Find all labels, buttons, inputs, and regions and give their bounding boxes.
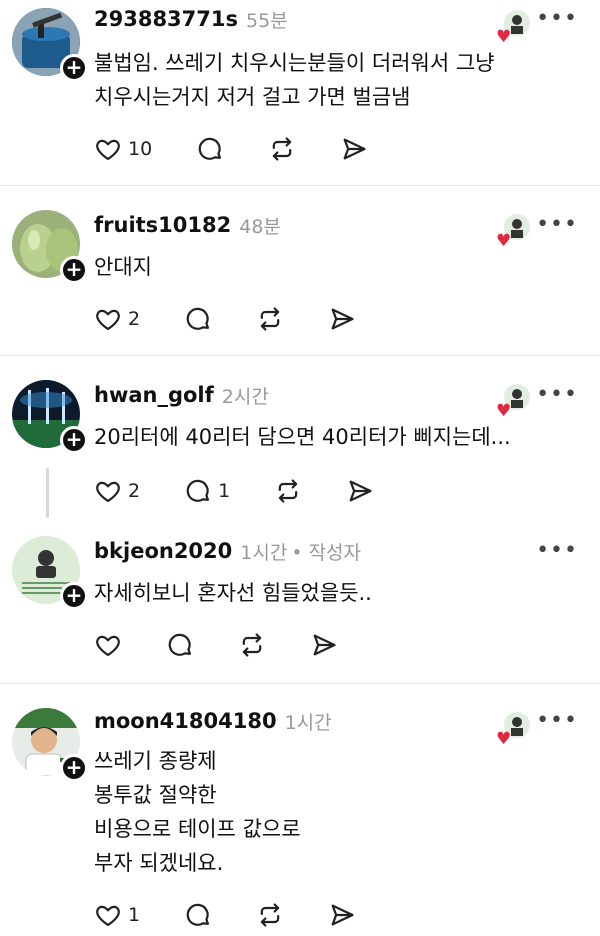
speech-bubble-icon xyxy=(186,479,210,502)
heart-icon: ♥ xyxy=(496,27,512,47)
like-count: 10 xyxy=(128,138,153,160)
follow-plus-icon[interactable]: + xyxy=(60,582,88,610)
username[interactable]: bkjeon2020 xyxy=(94,539,232,563)
timestamp: 1시간 xyxy=(284,711,332,734)
reply-button[interactable] xyxy=(184,305,212,333)
author-liked-indicator: ♥ xyxy=(496,712,530,748)
reply-count: 1 xyxy=(218,480,231,502)
more-dots-icon[interactable]: ••• xyxy=(536,212,578,237)
divider xyxy=(0,355,600,356)
reply-button[interactable] xyxy=(196,135,224,163)
repost-arrows-icon xyxy=(260,307,280,331)
avatar[interactable]: + xyxy=(12,380,88,454)
follow-plus-icon[interactable]: + xyxy=(60,754,88,782)
speech-bubble-icon xyxy=(198,137,222,160)
repost-button[interactable] xyxy=(256,305,284,333)
speech-bubble-icon xyxy=(186,903,210,926)
like-count: 1 xyxy=(128,904,141,926)
author-badge: • 작성자 xyxy=(291,541,362,564)
more-dots-icon[interactable]: ••• xyxy=(536,538,578,563)
speech-bubble-icon xyxy=(186,307,210,330)
share-button[interactable] xyxy=(310,631,338,659)
comment-header: moon41804180 1시간 xyxy=(94,706,332,736)
divider xyxy=(0,683,600,684)
share-button[interactable] xyxy=(328,305,356,333)
timestamp: 55분 xyxy=(246,9,288,32)
send-paper-plane-icon xyxy=(331,308,354,330)
speech-bubble-icon xyxy=(168,633,192,656)
repost-arrows-icon xyxy=(272,137,292,161)
action-bar: 10 xyxy=(94,134,412,164)
repost-arrows-icon xyxy=(278,479,298,503)
comment-header: bkjeon2020 1시간 • 작성자 xyxy=(94,536,361,566)
send-paper-plane-icon xyxy=(343,138,366,160)
send-paper-plane-icon xyxy=(331,904,354,926)
like-button[interactable]: 1 xyxy=(94,901,140,929)
avatar[interactable]: + xyxy=(12,210,88,284)
comment-text: 안대지 xyxy=(94,255,152,279)
heart-icon: ♥ xyxy=(496,231,512,251)
repost-arrows-icon xyxy=(242,633,262,657)
comment-header: fruits10182 48분 xyxy=(94,210,281,240)
like-button[interactable]: 2 xyxy=(94,477,140,505)
repost-button[interactable] xyxy=(268,135,296,163)
follow-plus-icon[interactable]: + xyxy=(60,256,88,284)
username[interactable]: moon41804180 xyxy=(94,709,277,733)
like-count: 2 xyxy=(128,308,141,330)
repost-button[interactable] xyxy=(256,901,284,929)
heart-outline-icon xyxy=(96,635,120,657)
heart-outline-icon xyxy=(96,481,120,503)
divider xyxy=(0,185,600,186)
author-liked-indicator: ♥ xyxy=(496,214,530,250)
action-bar: 1 xyxy=(94,900,400,930)
action-bar: 2 1 xyxy=(94,476,418,506)
follow-plus-icon[interactable]: + xyxy=(60,54,88,82)
send-paper-plane-icon xyxy=(349,480,372,502)
reply-button[interactable]: 1 xyxy=(184,477,230,505)
more-dots-icon[interactable]: ••• xyxy=(536,382,578,407)
username[interactable]: 293883771s xyxy=(94,7,238,31)
heart-outline-icon xyxy=(96,139,120,161)
send-paper-plane-icon xyxy=(313,634,336,656)
comment-text: 쓰레기 종량제 봉투값 절약한 비용으로 테이프 값으로 부자 되겠네요. xyxy=(94,749,301,875)
heart-icon: ♥ xyxy=(496,401,512,421)
more-dots-icon[interactable]: ••• xyxy=(536,708,578,733)
comment-text: 20리터에 40리터 담으면 40리터가 삐지는데... xyxy=(94,425,511,449)
share-button[interactable] xyxy=(340,135,368,163)
timestamp: 1시간 xyxy=(240,541,288,564)
avatar[interactable]: + xyxy=(12,8,88,82)
author-liked-indicator: ♥ xyxy=(496,10,530,46)
comment-header: 293883771s 55분 xyxy=(94,4,288,34)
thread-line xyxy=(46,468,49,518)
timestamp: 2시간 xyxy=(221,385,269,408)
author-liked-indicator: ♥ xyxy=(496,384,530,420)
reply-button[interactable] xyxy=(166,631,194,659)
share-button[interactable] xyxy=(328,901,356,929)
like-count: 2 xyxy=(128,480,141,502)
comment-text: 불법임. 쓰레기 치우시는분들이 더러워서 그냥 치우시는거지 저거 걸고 가면… xyxy=(94,51,495,109)
reply-button[interactable] xyxy=(184,901,212,929)
action-bar: 2 xyxy=(94,304,400,334)
follow-plus-icon[interactable]: + xyxy=(60,426,88,454)
like-button[interactable]: 2 xyxy=(94,305,140,333)
comment-header: hwan_golf 2시간 xyxy=(94,380,269,410)
username[interactable]: fruits10182 xyxy=(94,213,231,237)
heart-outline-icon xyxy=(96,905,120,927)
username[interactable]: hwan_golf xyxy=(94,383,214,407)
heart-outline-icon xyxy=(96,309,120,331)
comment-text: 자세히보니 혼자선 힘들었을듯.. xyxy=(94,581,372,605)
share-button[interactable] xyxy=(346,477,374,505)
avatar[interactable]: + xyxy=(12,708,88,782)
like-button[interactable] xyxy=(94,631,122,659)
repost-arrows-icon xyxy=(260,903,280,927)
more-dots-icon[interactable]: ••• xyxy=(536,6,578,31)
repost-button[interactable] xyxy=(274,477,302,505)
repost-button[interactable] xyxy=(238,631,266,659)
avatar[interactable]: + xyxy=(12,536,88,610)
timestamp: 48분 xyxy=(239,215,281,238)
like-button[interactable]: 10 xyxy=(94,135,152,163)
action-bar xyxy=(94,630,382,660)
